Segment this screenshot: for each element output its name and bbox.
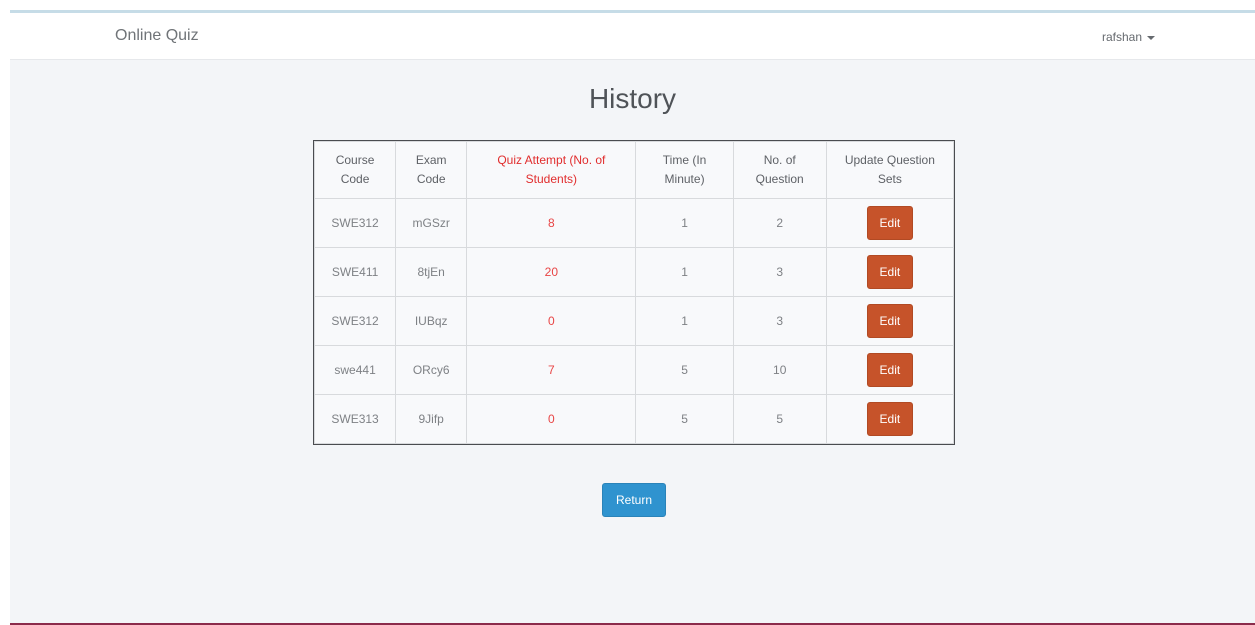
table-row: swe441 ORcy6 7 5 10 Edit (313, 345, 955, 395)
header-line: Time (In (662, 153, 707, 167)
edit-button[interactable]: Edit (866, 206, 914, 240)
cell-questions: 3 (732, 247, 827, 297)
cell-quiz-attempts: 0 (466, 394, 637, 444)
cell-course-code: SWE411 (313, 247, 397, 297)
cell-exam-code: mGSzr (395, 198, 468, 248)
cell-questions: 2 (732, 198, 827, 248)
page-title: History (588, 83, 677, 114)
table-row: SWE411 8tjEn 20 1 3 Edit (313, 247, 955, 297)
cell-time: 5 (635, 345, 734, 395)
cell-exam-code: 9Jifp (395, 394, 468, 444)
header-line: Exam (415, 153, 447, 167)
header-line: Update Question (844, 153, 935, 167)
cell-exam-code: ORcy6 (395, 345, 468, 395)
navbar: Online Quiz rafshan (10, 13, 1255, 60)
edit-button[interactable]: Edit (866, 353, 914, 387)
edit-button[interactable]: Edit (866, 402, 914, 436)
header-line: Students) (525, 172, 578, 186)
header-line: Quiz Attempt (No. of (497, 153, 606, 167)
cell-course-code: swe441 (313, 345, 397, 395)
header-exam-code: Exam Code (395, 141, 468, 199)
cell-time: 1 (635, 247, 734, 297)
table-row: SWE313 9Jifp 0 5 5 Edit (313, 394, 955, 444)
header-quiz-attempt: Quiz Attempt (No. of Students) (466, 141, 637, 199)
cell-questions: 5 (732, 394, 827, 444)
cell-course-code: SWE313 (313, 394, 397, 444)
edit-button[interactable]: Edit (866, 304, 914, 338)
cell-quiz-attempts: 0 (466, 296, 637, 346)
return-button[interactable]: Return (602, 483, 667, 517)
cell-course-code: SWE312 (313, 198, 397, 248)
header-time: Time (In Minute) (635, 141, 734, 199)
header-line: Code (416, 172, 446, 186)
cell-exam-code: IUBqz (395, 296, 468, 346)
header-course-code: Course Code (313, 141, 397, 199)
edit-button[interactable]: Edit (866, 255, 914, 289)
cell-exam-code: 8tjEn (395, 247, 468, 297)
cell-time: 1 (635, 198, 734, 248)
cell-quiz-attempts: 8 (466, 198, 637, 248)
table-row: SWE312 IUBqz 0 1 3 Edit (313, 296, 955, 346)
cell-quiz-attempts: 7 (466, 345, 637, 395)
cell-questions: 3 (732, 296, 827, 346)
header-line: Question (755, 172, 804, 186)
table-header-row: Course Code Exam Code Quiz Attempt (No. … (313, 141, 955, 199)
cell-course-code: SWE312 (313, 296, 397, 346)
header-line: Minute) (664, 172, 705, 186)
cell-action: Edit (825, 198, 955, 248)
cell-time: 5 (635, 394, 734, 444)
header-update-sets: Update Question Sets (825, 141, 955, 199)
header-line: Course (335, 153, 375, 167)
cell-action: Edit (825, 296, 955, 346)
cell-action: Edit (825, 394, 955, 444)
table-row: SWE312 mGSzr 8 1 2 Edit (313, 198, 955, 248)
header-line: No. of (763, 153, 796, 167)
cell-questions: 10 (732, 345, 827, 395)
caret-down-icon (1147, 35, 1155, 40)
history-table: Course Code Exam Code Quiz Attempt (No. … (313, 140, 955, 445)
cell-time: 1 (635, 296, 734, 346)
username-label: rafshan (1101, 30, 1142, 44)
user-menu-dropdown[interactable]: rafshan (1102, 30, 1155, 44)
cell-action: Edit (825, 247, 955, 297)
app-frame: Online Quiz rafshan History Course Code … (10, 10, 1255, 625)
brand-link[interactable]: Online Quiz (115, 27, 199, 45)
cell-action: Edit (825, 345, 955, 395)
cell-quiz-attempts: 20 (466, 247, 637, 297)
header-questions: No. of Question (732, 141, 827, 199)
header-line: Sets (877, 172, 902, 186)
header-line: Code (340, 172, 370, 186)
